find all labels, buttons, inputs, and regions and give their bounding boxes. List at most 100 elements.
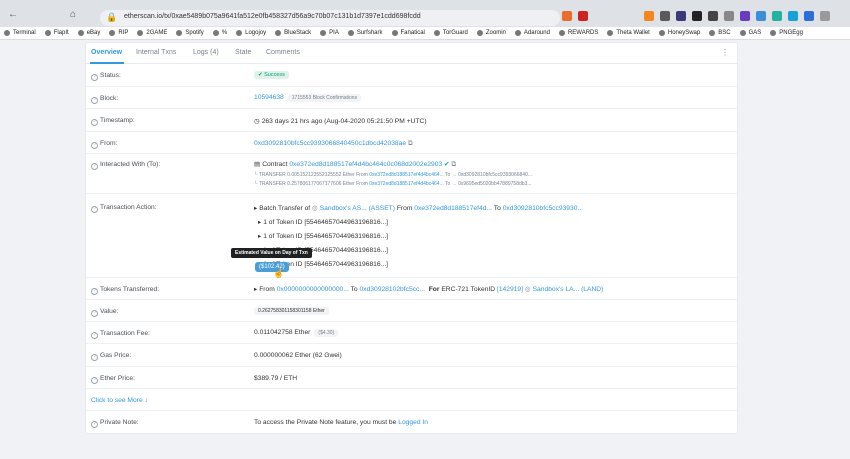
action-from-link[interactable]: 0xe372ed8d188517ef4d... (414, 205, 492, 212)
bookmark-item[interactable]: Surfshark (347, 30, 383, 36)
interacted-label: Interacted With (To): (100, 161, 161, 168)
ether-price-value: $389.79 / ETH (254, 375, 298, 382)
extension-icon[interactable] (676, 11, 686, 21)
token-icon: ◎ (524, 286, 531, 293)
bookmark-item[interactable]: HoneySwap (658, 30, 700, 36)
tokens-label: Tokens Transferred: (100, 286, 160, 293)
block-link[interactable]: 10594638 (254, 94, 284, 101)
bookmark-item[interactable]: PNGEgg (770, 30, 803, 36)
extension-icon[interactable] (660, 11, 670, 21)
tab-overview[interactable]: Overview (91, 49, 122, 56)
tokens-from-link[interactable]: 0x0000000000000000... (277, 286, 349, 293)
clock-icon: ◷ (254, 118, 262, 125)
extension-icon[interactable] (578, 11, 588, 21)
bookmark-item[interactable]: REWARDS (558, 30, 598, 36)
from-address-link[interactable]: 0xd3092810bfc5cc9393066840450c1dbcd42038… (254, 140, 406, 147)
back-icon[interactable]: ← (8, 9, 18, 20)
bookmark-icon (558, 30, 565, 36)
bookmark-item[interactable]: Adaround (514, 30, 550, 36)
value-tooltip: Estimated Value on Day of Txn (231, 248, 312, 258)
copy-icon[interactable]: ⧉ (452, 161, 457, 168)
extension-icon[interactable] (724, 11, 734, 21)
extension-icon[interactable] (820, 11, 830, 21)
extension-icon[interactable] (804, 11, 814, 21)
contract-icon: ▤ (254, 161, 263, 168)
tokens-to-link[interactable]: 0xd30928102bfc5cc... (360, 286, 425, 293)
bookmark-item[interactable]: PIA (320, 30, 339, 36)
lock-icon: 🔒 (106, 12, 118, 22)
tab-state[interactable]: State (235, 49, 251, 56)
timestamp-value: 263 days 21 hrs ago (Aug-04-2020 05:21:5… (261, 118, 427, 125)
row-value: ? Value: 0.262758301158301158 Ether (86, 300, 737, 322)
bookmark-item[interactable]: Logojoy (236, 30, 266, 36)
bookmark-icon (391, 30, 398, 36)
help-icon: ? (91, 377, 98, 384)
extension-icon[interactable] (756, 11, 766, 21)
bookmark-item[interactable]: Fanatical (391, 30, 425, 36)
tab-comments[interactable]: Comments (266, 49, 300, 56)
extension-icon[interactable] (692, 11, 702, 21)
bookmark-item[interactable]: GAS (739, 30, 761, 36)
see-more-link[interactable]: Click to see More ↓ (91, 397, 148, 404)
row-status: ? Status: ✔ Success (86, 65, 737, 87)
more-options-icon[interactable]: ⋮ (721, 48, 729, 57)
block-confirmations-badge: 1715553 Block Confirmations (287, 94, 362, 102)
bookmark-icon (236, 30, 243, 36)
help-icon: ? (91, 142, 98, 149)
extension-icon[interactable] (562, 11, 572, 21)
bookmark-item[interactable]: % (212, 30, 227, 36)
bookmark-item[interactable]: FlapIt (44, 30, 69, 36)
row-block: ? Block: 10594638 1715553 Block Confirmati… (86, 87, 737, 109)
bookmark-icon (739, 30, 746, 36)
token-icon: ◎ (312, 205, 318, 212)
bookmark-item[interactable]: Spotify (176, 30, 204, 36)
bookmark-icon (770, 30, 777, 36)
action-label: Transaction Action: (100, 204, 157, 211)
bookmark-item[interactable]: 2GAME (137, 30, 167, 36)
extension-icon[interactable] (788, 11, 798, 21)
fee-usd-badge[interactable]: ($4.30) (314, 329, 339, 337)
home-icon[interactable]: ⌂ (70, 9, 76, 20)
bookmark-icon (212, 30, 219, 36)
land-token-link[interactable]: Sandbox's LA... (LAND) (533, 286, 604, 293)
token-link[interactable]: Sandbox's AS... (ASSET) (320, 205, 395, 212)
bookmark-item[interactable]: BlueStack (275, 30, 311, 36)
bookmark-item[interactable]: BSC (709, 30, 731, 36)
copy-icon[interactable]: ⧉ (408, 140, 413, 147)
row-transaction-fee: ? Transaction Fee: 0.011042758 Ether ($4.3… (86, 322, 737, 344)
gas-value: 0.000000062 Ether (62 Gwei) (254, 352, 342, 359)
metamask-icon[interactable] (644, 11, 654, 21)
bookmark-icon (4, 30, 10, 36)
bookmark-item[interactable]: TorGuard (433, 30, 468, 36)
bookmark-item[interactable]: Theta Wallet (607, 30, 650, 36)
ether-price-label: Ether Price: (100, 375, 135, 382)
verified-icon: ✔ (444, 161, 450, 168)
bookmark-item[interactable]: Zoomin (476, 30, 506, 36)
tab-bar: Overview Internal Txns Logs (4) State Co… (86, 43, 737, 64)
help-icon: ? (91, 421, 98, 428)
login-link[interactable]: Logged In (398, 419, 428, 426)
action-to-link[interactable]: 0xd3092810bfc5cc93930... (503, 205, 583, 212)
status-badge: ✔ Success (254, 71, 289, 79)
row-from: ? From: 0xd3092810bfc5cc9393066840450c1db… (86, 132, 737, 154)
bookmark-item[interactable]: eBay (77, 30, 100, 36)
token-id-link[interactable]: [142919] (497, 286, 523, 293)
extension-icon[interactable] (740, 11, 750, 21)
token-item: ▸ 1 of Token ID [55464657044963196816...… (258, 219, 389, 226)
tab-logs[interactable]: Logs (4) (193, 49, 219, 56)
address-bar[interactable]: 🔒 etherscan.io/tx/0xae5489b075a9641fa512… (100, 10, 560, 26)
extension-icon[interactable] (708, 11, 718, 21)
contract-address-link[interactable]: 0xe372ed8d188517ef4d4bc464c0c068d2002e29… (289, 161, 442, 168)
transaction-card: Overview Internal Txns Logs (4) State Co… (85, 42, 738, 434)
mouse-cursor-icon: ☝ (273, 268, 285, 278)
bookmark-item[interactable]: RIP (109, 30, 128, 36)
internal-transfer-1: └ TRANSFER 0.005152123552125552 Ether Fr… (254, 172, 533, 178)
help-icon: ? (91, 288, 98, 295)
help-icon: ? (91, 354, 98, 361)
gas-label: Gas Price: (100, 352, 132, 359)
from-label: From: (100, 140, 118, 147)
extension-icon[interactable] (772, 11, 782, 21)
row-private-note: ? Private Note: To access the Private Not… (86, 411, 737, 434)
bookmark-item[interactable]: Terminal (4, 30, 36, 36)
tab-internal-txns[interactable]: Internal Txns (136, 49, 176, 56)
